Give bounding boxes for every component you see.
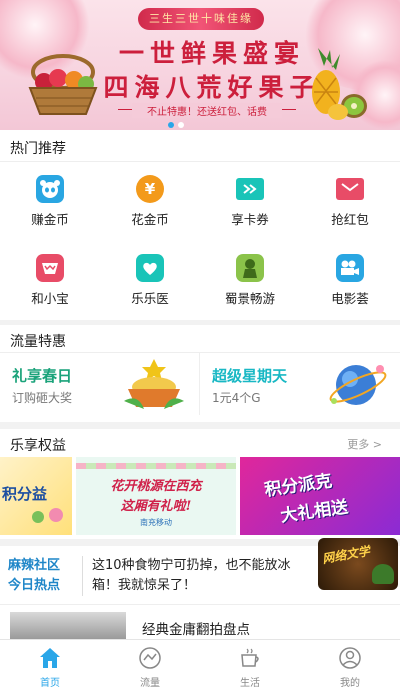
nav-tab-mine[interactable]: 我的	[300, 640, 400, 692]
section-title: 乐享权益	[10, 438, 66, 454]
nav-tab-home[interactable]: 首页	[0, 640, 100, 692]
hotspot-headline[interactable]: 这10种食物宁可扔掉，也不能放冰箱！我就惊呆了！	[92, 556, 310, 596]
grid-item-spend-coins[interactable]: ¥ 花金币	[100, 175, 200, 235]
nav-tab-life[interactable]: 生活	[200, 640, 300, 692]
benefit-card-points-party[interactable]: 积分派克 大礼相送	[240, 457, 400, 535]
nav-label: 首页	[40, 678, 60, 689]
carousel-dot[interactable]	[178, 122, 184, 128]
banner-ribbon: 三生三世十味佳缘	[138, 8, 264, 30]
flow-card-spring-gift[interactable]: 礼享春日 订购砸大奖	[0, 353, 199, 415]
profile-icon	[339, 647, 361, 669]
panda-icon	[36, 175, 64, 203]
benefits-section: 乐享权益 更多 > 积分益 花开桃源在西充 这厢有礼啦! 南充移动 积分派克 大…	[0, 429, 400, 539]
hotspot-badge: 麻辣社区 今日热点	[8, 558, 61, 593]
pineapple-kiwi-image	[312, 48, 367, 120]
flow-card-super-sunday[interactable]: 超级星期天 1元4个G	[200, 353, 400, 415]
coffee-cup-icon	[241, 648, 259, 667]
grid-item-label: 花金币	[131, 212, 169, 227]
benefit-card-points[interactable]: 积分益	[0, 457, 72, 535]
yuan-coin-icon: ¥	[136, 175, 164, 203]
floating-ad[interactable]: 网络文学	[318, 538, 398, 590]
article-title[interactable]: 经典金庸翻拍盘点	[142, 618, 250, 638]
gift-basket-icon	[124, 359, 184, 409]
bottom-nav: 首页 流量 生活 我的	[0, 639, 400, 692]
grid-item-sichuan-tour[interactable]: 蜀景畅游	[200, 254, 300, 314]
grid-item-label: 和小宝	[31, 291, 69, 306]
flow-card-title: 超级星期天	[212, 367, 288, 385]
grid-item-red-envelope[interactable]: 抢红包	[300, 175, 400, 235]
banner-headline-2: 四海八荒好果子	[103, 73, 321, 102]
grid-item-label: 蜀景畅游	[224, 291, 275, 306]
grid-item-movies[interactable]: 电影荟	[300, 254, 400, 314]
buddha-icon	[236, 254, 264, 282]
ticket-icon	[236, 178, 264, 200]
nav-tab-flow[interactable]: 流量	[100, 640, 200, 692]
flower-decoration	[32, 508, 63, 523]
hands-heart-icon	[136, 254, 164, 282]
flow-chart-icon	[139, 647, 161, 669]
bowl-icon	[36, 254, 64, 282]
grid-item-label: 电影荟	[331, 291, 369, 306]
article-thumbnail[interactable]	[10, 612, 126, 639]
grid-item-label: 赚金币	[31, 212, 69, 227]
banner-headline-1: 一世鲜果盛宴	[118, 39, 305, 68]
carousel-dot-active[interactable]	[168, 122, 174, 128]
grid-item-earn-coins[interactable]: 赚金币	[0, 175, 100, 235]
nav-label: 流量	[140, 678, 160, 689]
hot-recommend-section: 热门推荐 赚金币 ¥ 花金币 享卡券 抢红包 和小宝 乐乐医 蜀景畅游 电影荟	[0, 130, 400, 320]
planet-icon	[329, 365, 387, 405]
grid-item-label: 抢红包	[331, 212, 369, 227]
camera-icon	[336, 254, 364, 282]
promo-banner[interactable]: 三生三世十味佳缘 一世鲜果盛宴 四海八荒好果子 不止特惠！还送红包、话费	[0, 0, 400, 130]
flow-card-subtitle: 1元4个G	[212, 391, 261, 405]
fruit-basket-image	[28, 54, 98, 115]
nav-label: 我的	[340, 678, 360, 689]
hotspot-section: 麻辣社区 今日热点 这10种食物宁可扔掉，也不能放冰箱！我就惊呆了！ 经典金庸翻…	[0, 538, 400, 639]
flow-offer-section: 流量特惠 礼享春日 订购砸大奖 超级星期天 1元4个G	[0, 325, 400, 422]
home-icon	[40, 648, 60, 668]
grid-item-coupons[interactable]: 享卡券	[200, 175, 300, 235]
grid-item-label: 乐乐医	[131, 291, 169, 306]
flow-card-subtitle: 订购砸大奖	[12, 391, 73, 405]
more-link[interactable]: 更多 >	[347, 436, 382, 452]
benefit-card-xichong[interactable]: 花开桃源在西充 这厢有礼啦! 南充移动	[76, 457, 236, 535]
grid-item-he-xiaobao[interactable]: 和小宝	[0, 254, 100, 314]
section-title: 流量特惠	[10, 334, 66, 350]
nav-label: 生活	[240, 678, 260, 689]
grid-item-lele-doctor[interactable]: 乐乐医	[100, 254, 200, 314]
banner-promo: 不止特惠！还送红包、话费	[118, 103, 296, 118]
section-title: 热门推荐	[10, 141, 66, 157]
red-envelope-icon	[336, 178, 364, 200]
grid-item-label: 享卡券	[231, 212, 269, 227]
flow-card-title: 礼享春日	[12, 367, 73, 385]
